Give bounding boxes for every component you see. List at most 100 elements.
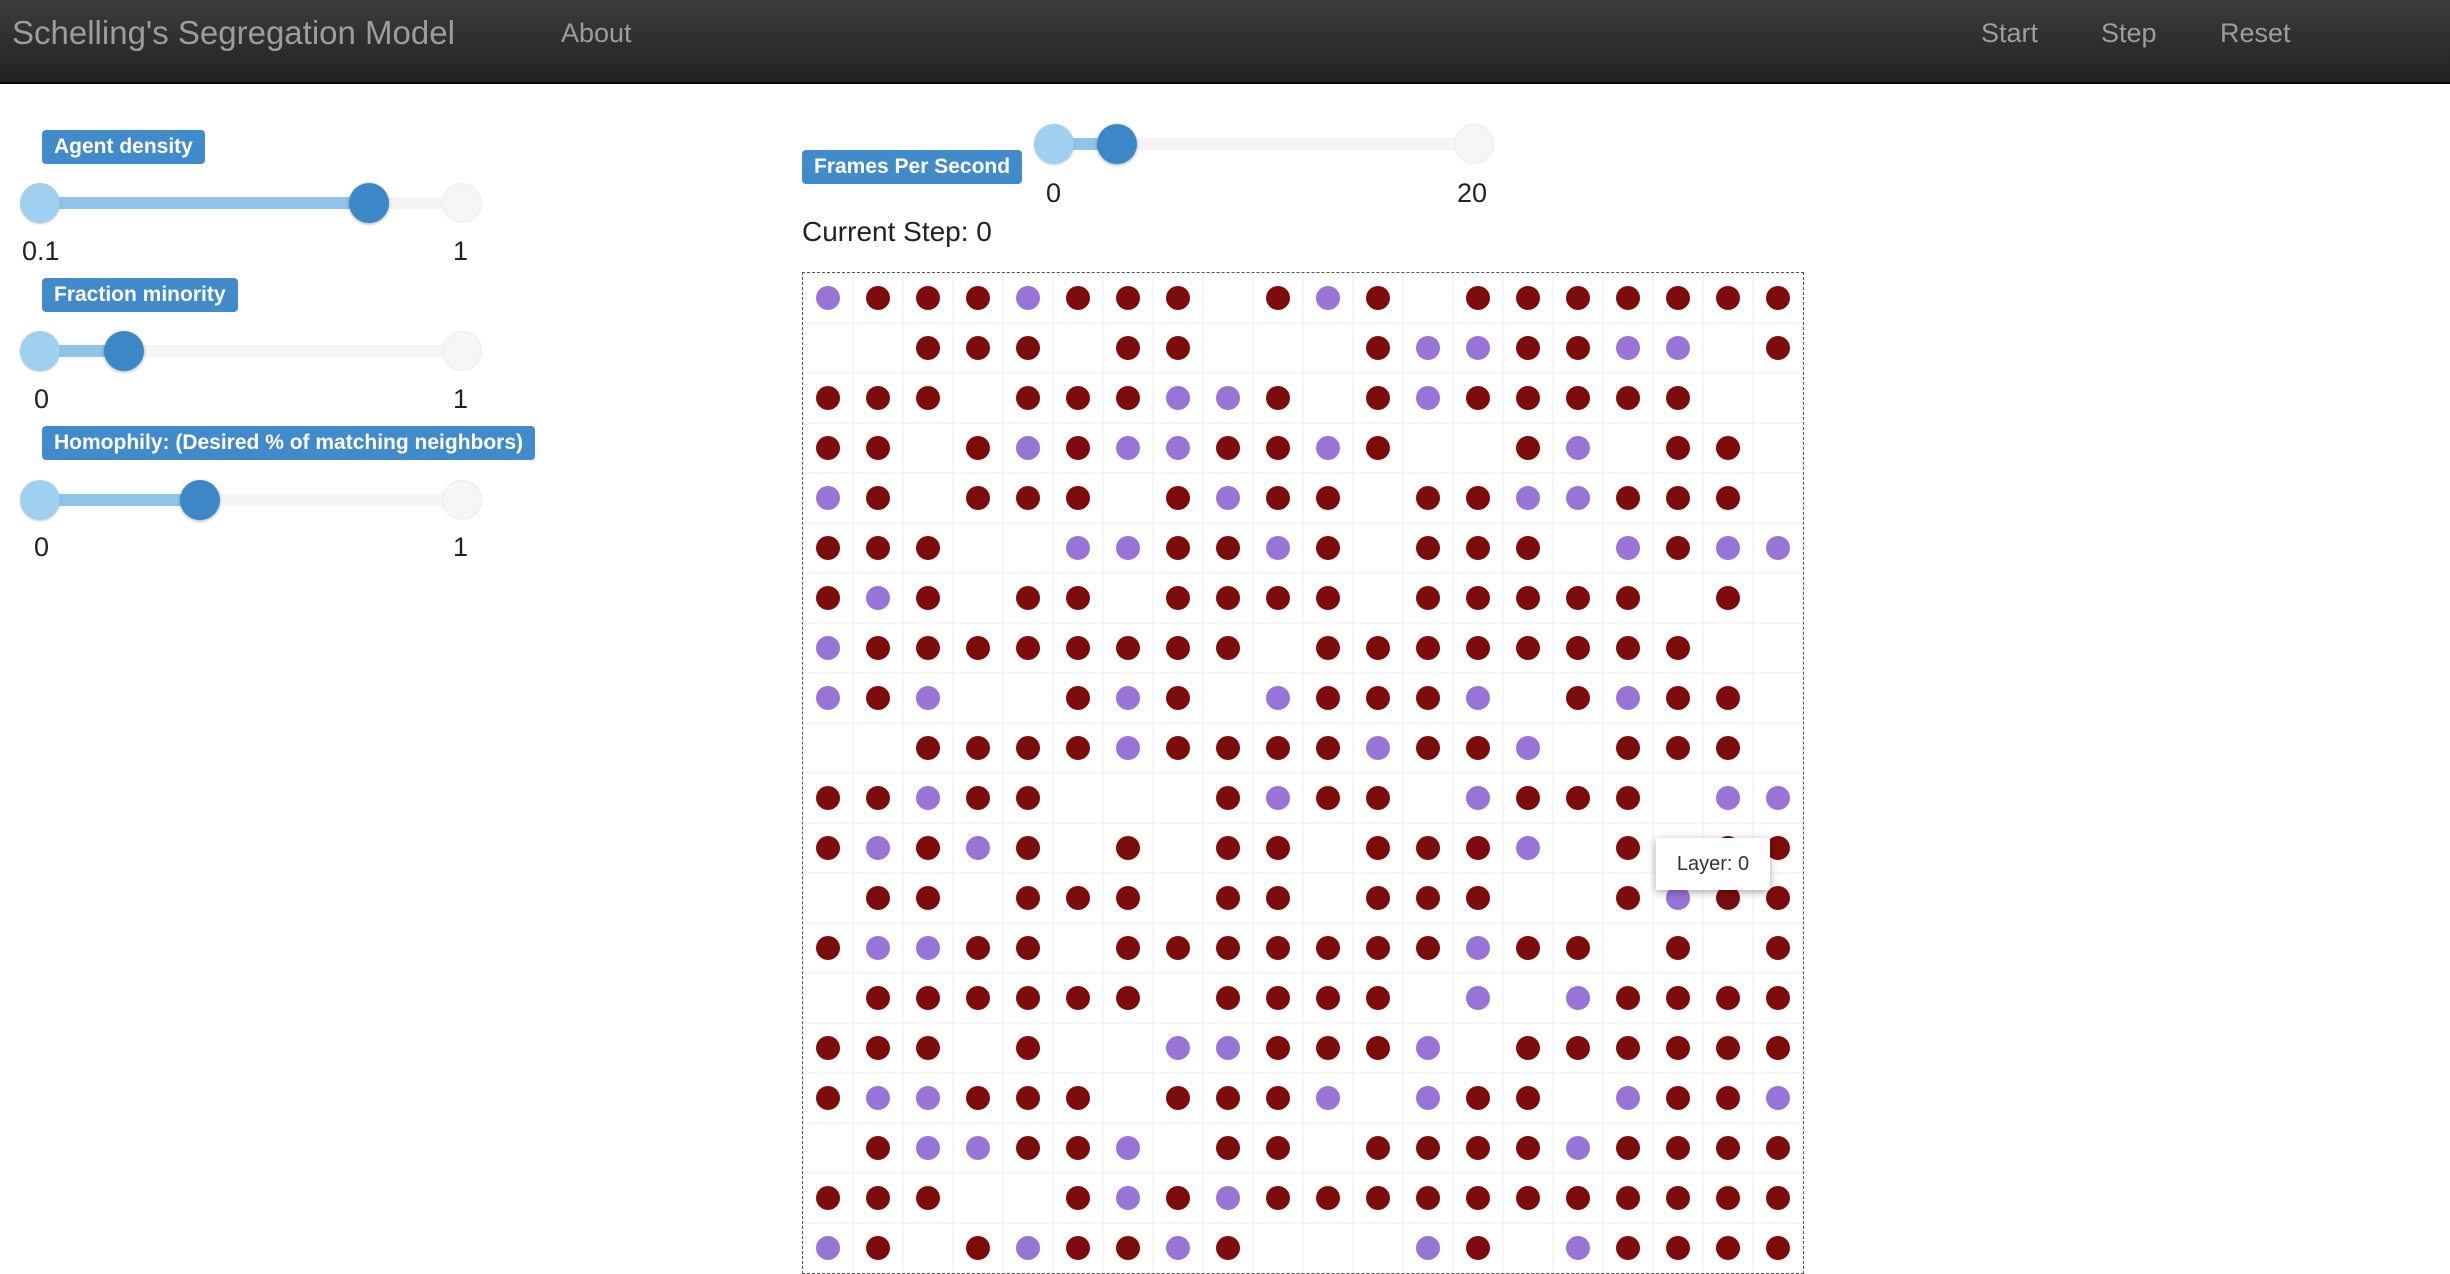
grid-cell — [1352, 472, 1404, 524]
grid-cell — [1302, 1222, 1354, 1273]
minority-agent — [1466, 336, 1490, 360]
majority-agent — [1666, 386, 1690, 410]
majority-agent — [1516, 1086, 1540, 1110]
majority-agent — [1716, 1186, 1740, 1210]
majority-agent — [1066, 886, 1090, 910]
app-title[interactable]: Schelling's Segregation Model — [12, 14, 455, 52]
minority-agent — [1616, 1086, 1640, 1110]
majority-agent — [916, 1036, 940, 1060]
grid-cell — [1752, 672, 1803, 724]
grid-cell — [1202, 322, 1254, 374]
grid-cell — [1452, 1022, 1504, 1074]
majority-agent — [1516, 336, 1540, 360]
majority-agent — [866, 386, 890, 410]
majority-agent — [1216, 836, 1240, 860]
homophily-label: Homophily: (Desired % of matching neighb… — [42, 426, 536, 460]
majority-agent — [1266, 736, 1290, 760]
majority-agent — [1766, 1136, 1790, 1160]
majority-agent — [1516, 586, 1540, 610]
minority-agent — [1416, 1236, 1440, 1260]
majority-agent — [1616, 286, 1640, 310]
majority-agent — [1416, 886, 1440, 910]
slider-handle[interactable] — [349, 183, 390, 223]
grid-cell — [1202, 672, 1254, 724]
majority-agent — [966, 486, 990, 510]
majority-agent — [1166, 736, 1190, 760]
majority-agent — [1516, 386, 1540, 410]
grid-cell — [1102, 472, 1154, 524]
simulation-grid[interactable] — [802, 272, 1804, 1274]
majority-agent — [1516, 786, 1540, 810]
slider-fill — [40, 197, 370, 209]
minority-agent — [1016, 436, 1040, 460]
majority-agent — [1216, 1136, 1240, 1160]
minority-agent — [966, 1136, 990, 1160]
slider-handle[interactable] — [1097, 124, 1137, 164]
majority-agent — [1416, 586, 1440, 610]
majority-agent — [1466, 886, 1490, 910]
slider-handle[interactable] — [104, 331, 145, 371]
grid-cell — [1302, 372, 1354, 424]
minority-agent — [1766, 536, 1790, 560]
navbar: Schelling's Segregation Model About Star… — [0, 0, 2450, 84]
majority-agent — [1716, 1236, 1740, 1260]
majority-agent — [1416, 836, 1440, 860]
majority-agent — [916, 886, 940, 910]
majority-agent — [1216, 786, 1240, 810]
grid-cell — [803, 322, 854, 374]
minority-agent — [1716, 536, 1740, 560]
minority-agent — [1116, 1186, 1140, 1210]
majority-agent — [1666, 1086, 1690, 1110]
grid-cell — [1102, 1072, 1154, 1124]
majority-agent — [1166, 286, 1190, 310]
minority-agent — [866, 836, 890, 860]
grid-cell — [1702, 622, 1754, 674]
majority-agent — [1566, 386, 1590, 410]
minority-agent — [816, 636, 840, 660]
majority-agent — [1516, 1136, 1540, 1160]
step-button[interactable]: Step — [2101, 18, 2157, 49]
grid-cell — [1302, 872, 1354, 924]
homophily-slider[interactable] — [20, 478, 482, 522]
minority-agent — [816, 286, 840, 310]
majority-agent — [1766, 336, 1790, 360]
slider-handle[interactable] — [180, 480, 221, 520]
agent-density-slider[interactable] — [20, 181, 482, 225]
majority-agent — [1016, 886, 1040, 910]
majority-agent — [1216, 986, 1240, 1010]
grid-cell — [1302, 1122, 1354, 1174]
majority-agent — [1316, 1036, 1340, 1060]
majority-agent — [1366, 1136, 1390, 1160]
grid-cell — [902, 422, 954, 474]
majority-agent — [916, 386, 940, 410]
minority-agent — [1116, 686, 1140, 710]
minority-agent — [1566, 486, 1590, 510]
majority-agent — [1416, 636, 1440, 660]
grid-cell — [1252, 1222, 1304, 1273]
reset-button[interactable]: Reset — [2220, 18, 2291, 49]
majority-agent — [1366, 336, 1390, 360]
grid-cell — [1602, 922, 1654, 974]
minority-agent — [1316, 436, 1340, 460]
majority-agent — [1766, 1236, 1790, 1260]
majority-agent — [1466, 286, 1490, 310]
start-button[interactable]: Start — [1981, 18, 2038, 49]
grid-canvas[interactable] — [803, 273, 1803, 1273]
majority-agent — [1016, 586, 1040, 610]
majority-agent — [966, 286, 990, 310]
minority-agent — [866, 586, 890, 610]
majority-agent — [916, 736, 940, 760]
majority-agent — [1416, 536, 1440, 560]
minority-agent — [1516, 736, 1540, 760]
minority-agent — [1466, 686, 1490, 710]
majority-agent — [1716, 686, 1740, 710]
minority-agent — [1116, 436, 1140, 460]
majority-agent — [1466, 1186, 1490, 1210]
about-link[interactable]: About — [561, 18, 632, 49]
minority-agent — [1466, 986, 1490, 1010]
fraction-minority-slider[interactable] — [20, 329, 482, 373]
fps-slider[interactable] — [1034, 122, 1494, 166]
grid-cell — [1502, 972, 1554, 1024]
majority-agent — [1366, 786, 1390, 810]
majority-agent — [1016, 1036, 1040, 1060]
